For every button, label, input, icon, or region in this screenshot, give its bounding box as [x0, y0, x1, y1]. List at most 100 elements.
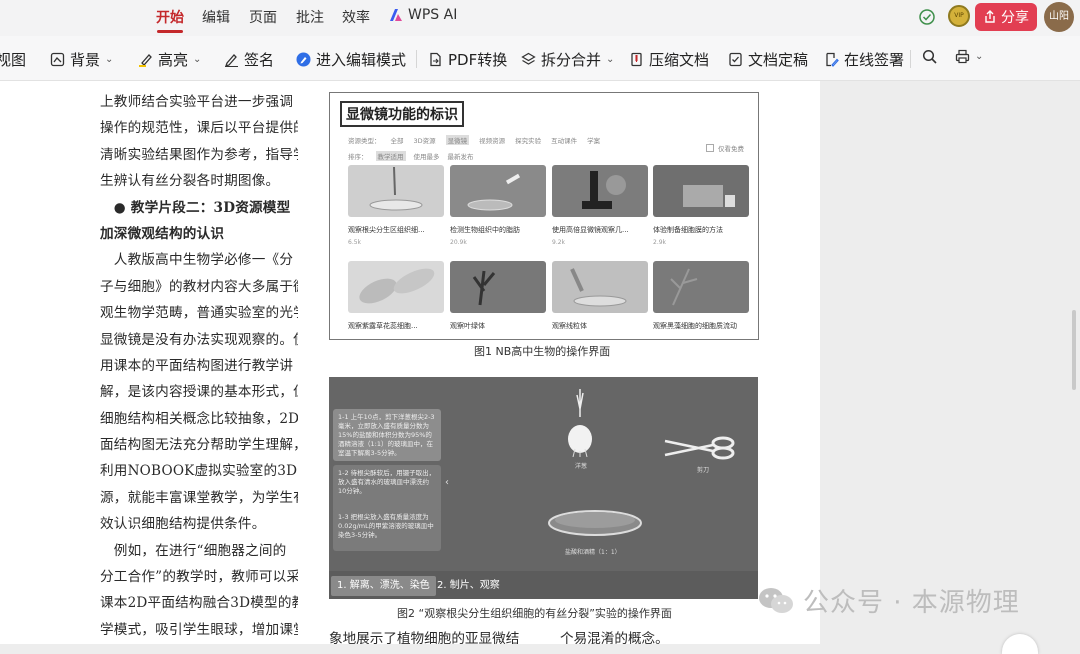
body-text-line: ● 教学片段二：3D资源模型: [100, 199, 291, 216]
body-text-line: 显微镜是没有办法实现观察的。使: [100, 331, 298, 348]
menu-page[interactable]: 页面: [249, 7, 277, 27]
finalize-button[interactable]: 文档定稿: [728, 49, 808, 70]
sort-label: 排序：: [348, 153, 368, 161]
filter-item: 3D资源: [413, 137, 436, 145]
body-text-line: 象地展示了植物细胞的亚显微结: [329, 631, 520, 644]
layers-icon: [521, 52, 536, 65]
filter-item: 全部: [390, 137, 404, 145]
document-page[interactable]: 上教师结合实验平台进一步强调 操作的规范性，课后以平台提供的 清晰实验结果图作为参考…: [0, 81, 820, 644]
background-button[interactable]: 背景 ⌄: [50, 49, 113, 70]
top-menu-bar: 开始 编辑 页面 批注 效率 WPS AI VIP 分享 山阳: [0, 0, 1080, 36]
resource-card: 观察紫露草花蕊细胞...: [348, 261, 444, 339]
menu-efficiency[interactable]: 效率: [342, 7, 370, 27]
dish-icon: [570, 268, 627, 307]
finalize-check-icon: [729, 52, 742, 67]
avatar[interactable]: 山阳: [1044, 2, 1074, 32]
filter-item: 学案: [587, 137, 601, 145]
body-text-line: 观生物学范畴，普通实验室的光学: [100, 305, 298, 322]
wps-ai-label: WPS AI: [408, 7, 458, 23]
wechat-watermark: 公众号 · 本源物理: [757, 582, 1020, 619]
card-thumbnail: [552, 261, 648, 313]
compress-icon: [631, 52, 642, 67]
resource-card: 观察根尖分生区组织细... 6.5k: [348, 165, 444, 246]
enter-edit-mode-button[interactable]: 进入编辑模式: [296, 49, 406, 70]
edit-mode-icon: [296, 52, 311, 67]
cell-icon: [359, 268, 435, 304]
highlight-button[interactable]: 高亮 ⌄: [138, 49, 201, 70]
card-title: 观察黑藻细胞的细胞质流动: [653, 322, 737, 330]
card-views: 6.5k: [348, 239, 362, 246]
menu-annotate[interactable]: 批注: [296, 7, 324, 27]
online-sign-icon: [826, 52, 839, 67]
petri-dish-icon: [548, 510, 642, 536]
card-title: 观察叶绿体: [450, 322, 485, 330]
petri-dish-icon: [369, 166, 423, 211]
online-sign-button[interactable]: 在线签署: [824, 49, 904, 70]
cloud-sync-icon[interactable]: [918, 8, 936, 26]
share-icon: [985, 10, 995, 23]
compress-button[interactable]: 压缩文档: [629, 49, 709, 70]
card-thumbnail: [450, 261, 546, 313]
menu-start[interactable]: 开始: [156, 7, 184, 27]
card-title: 观察线粒体: [552, 322, 587, 330]
active-tab-underline: [157, 30, 183, 33]
highlight-label: 高亮: [158, 51, 189, 69]
card-title: 检测生物组织中的脂肪: [450, 226, 520, 234]
share-button[interactable]: 分享: [975, 3, 1037, 31]
pdf-convert-button[interactable]: PDF转换: [428, 49, 507, 70]
body-text-line: 个易混淆的概念。: [560, 631, 669, 644]
body-text-line: 源，就能丰富课堂教学，为学生有: [100, 489, 298, 506]
filter-item: 视频资源: [479, 137, 506, 145]
card-title: 观察紫露草花蕊细胞...: [348, 322, 418, 330]
plant-icon: [670, 268, 698, 306]
compress-label: 压缩文档: [649, 51, 710, 69]
search-button[interactable]: [922, 49, 937, 64]
figure-1-caption: 图1 NB高中生物的操作界面: [474, 345, 611, 358]
body-text-line: 课本2D平面结构融合3D模型的教: [100, 595, 298, 612]
sign-label: 签名: [244, 51, 275, 69]
floating-button[interactable]: [1002, 634, 1038, 654]
scrollbar[interactable]: [1072, 310, 1076, 390]
card-title: 观察根尖分生区组织细...: [348, 226, 425, 234]
filter-item: 探究实验: [515, 137, 542, 145]
body-text-line: 清晰实验结果图作为参考，指导学: [100, 146, 298, 163]
scissors-icon: [664, 436, 735, 460]
resource-card: 检测生物组织中的脂肪 20.9k: [450, 165, 546, 246]
split-merge-button[interactable]: 拆分合并 ⌄: [521, 49, 614, 70]
chevron-down-icon: ⌄: [975, 51, 984, 62]
body-text-line: 细胞结构相关概念比较抽象，2D平: [100, 410, 298, 427]
card-views: 2.9k: [653, 239, 667, 246]
sort-item: 使用最多: [413, 153, 440, 161]
chevron-down-icon: ⌄: [105, 54, 114, 65]
vip-badge-icon[interactable]: VIP: [948, 5, 970, 27]
sort-options: 排序： 教学适用 使用最多 最新发布: [348, 151, 474, 161]
dish-label: 盐酸和酒精（1：1）: [565, 549, 621, 556]
card-views: 20.9k: [450, 239, 467, 246]
view-label: 视图: [0, 51, 27, 69]
print-button[interactable]: ⌄: [955, 49, 983, 64]
toolbar: 视图 背景 ⌄ 高亮 ⌄ 签名 进入编辑模式 PDF转换 拆分合并 ⌄ 压缩文档…: [0, 36, 1080, 81]
finalize-label: 文档定稿: [748, 51, 809, 69]
body-text-line: 人教版高中生物学必修一《分: [100, 252, 294, 269]
card-title: 体验制备细胞膜的方法: [653, 226, 723, 234]
filter-item-selected: 显微镜: [445, 135, 470, 145]
body-text-line: 分工合作”的教学时，教师可以采用: [100, 569, 298, 586]
sign-button[interactable]: 签名: [224, 49, 274, 70]
menu-wps-ai[interactable]: WPS AI: [389, 7, 457, 23]
menu-edit[interactable]: 编辑: [202, 7, 230, 27]
card-thumbnail: [653, 165, 749, 217]
online-sign-label: 在线签署: [844, 51, 905, 69]
chevron-down-icon: ⌄: [193, 54, 202, 65]
step-card: 1-1 上午10点，剪下洋葱根尖2-3毫米，立即放入盛有质量分数为15%的盐酸和…: [333, 409, 441, 461]
sort-item: 最新发布: [447, 153, 474, 161]
petri-dish-icon: [467, 173, 521, 211]
tab-mount-observe: 2. 制片、观察: [437, 580, 500, 591]
body-text-line: 例如，在进行“细胞器之间的: [100, 542, 287, 559]
watermark-text: 公众号 · 本源物理: [803, 588, 1020, 618]
body-text-line: 用课本的平面结构图进行教学讲: [100, 357, 294, 374]
free-only-checkbox: 仅看免费: [706, 143, 744, 153]
split-merge-label: 拆分合并: [541, 51, 602, 69]
view-button[interactable]: 视图: [0, 49, 26, 70]
body-text-line: 操作的规范性，课后以平台提供的: [100, 120, 298, 137]
body-text-line: 利用NOBOOK虚拟实验室的3D资: [100, 463, 298, 480]
